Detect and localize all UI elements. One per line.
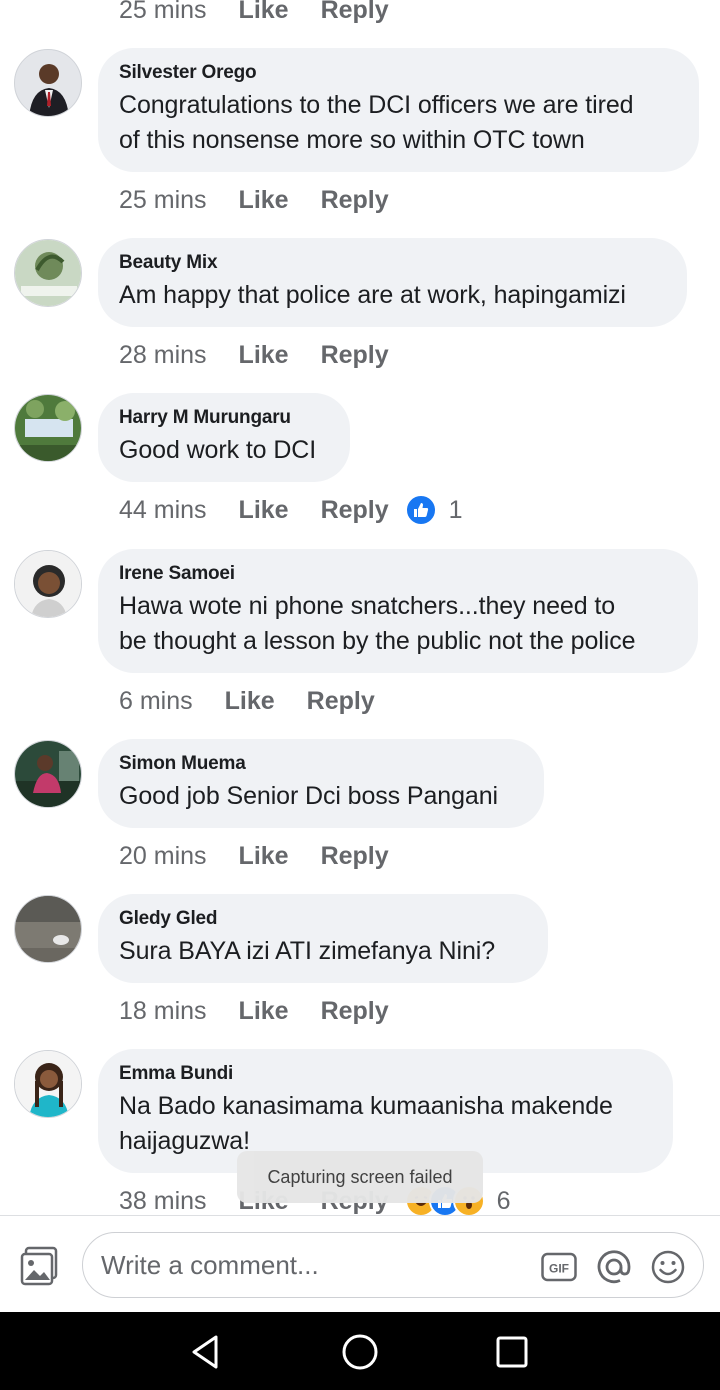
comment-meta: 44 mins Like Reply 1 <box>119 492 463 528</box>
reply-link[interactable]: Reply <box>321 186 389 215</box>
comment-text: Sura BAYA izi ATI zimefanya Nini? <box>119 934 526 969</box>
reply-link[interactable]: Reply <box>321 997 389 1026</box>
reaction-count: 6 <box>496 1186 511 1215</box>
comment-bubble[interactable]: Irene Samoei Hawa wote ni phone snatcher… <box>98 549 698 673</box>
comment-author[interactable]: Beauty Mix <box>119 252 665 274</box>
avatar[interactable] <box>14 1050 82 1118</box>
reply-link[interactable]: Reply <box>321 341 389 370</box>
photo-button[interactable] <box>18 1244 62 1288</box>
comment-time: 18 mins <box>119 996 207 1025</box>
comment-text: Good work to DCI <box>119 433 328 468</box>
comment-meta: 20 mins Like Reply <box>119 838 421 874</box>
avatar[interactable] <box>14 895 82 963</box>
comment-meta: 6 mins Like Reply <box>119 683 407 719</box>
gif-button[interactable]: GIF <box>541 1249 577 1285</box>
comment-input[interactable] <box>101 1233 521 1297</box>
comment-author[interactable]: Silvester Orego <box>119 62 677 84</box>
like-link[interactable]: Like <box>239 0 289 25</box>
home-button[interactable] <box>340 1332 380 1372</box>
back-icon <box>192 1335 218 1369</box>
comment-time: 25 mins <box>119 185 207 214</box>
comment-meta: 28 mins Like Reply <box>119 337 421 373</box>
reply-link[interactable]: Reply <box>307 687 375 716</box>
comment-author[interactable]: Gledy Gled <box>119 908 526 930</box>
comment-text: Congratulations to the DCI officers we a… <box>119 88 677 158</box>
avatar[interactable] <box>14 49 82 117</box>
avatar[interactable] <box>14 550 82 618</box>
like-link[interactable]: Like <box>225 687 275 716</box>
reaction-count: 1 <box>448 495 463 524</box>
gif-label: GIF <box>549 1262 569 1276</box>
avatar[interactable] <box>14 239 82 307</box>
reply-link[interactable]: Reply <box>321 496 389 525</box>
reply-link[interactable]: Reply <box>321 0 389 25</box>
like-link[interactable]: Like <box>239 186 289 215</box>
system-nav-bar <box>0 1312 720 1390</box>
comment-time: 28 mins <box>119 340 207 369</box>
comment-bubble[interactable]: Simon Muema Good job Senior Dci boss Pan… <box>98 739 544 828</box>
comment-bubble[interactable]: Gledy Gled Sura BAYA izi ATI zimefanya N… <box>98 894 548 983</box>
reply-link[interactable]: Reply <box>321 842 389 871</box>
comment-text: Hawa wote ni phone snatchers...they need… <box>119 589 676 659</box>
comment-bubble[interactable]: Beauty Mix Am happy that police are at w… <box>98 238 687 327</box>
comment-text-line: haijaguzwa! <box>119 1127 250 1155</box>
like-link[interactable]: Like <box>239 842 289 871</box>
comment-time: 20 mins <box>119 841 207 870</box>
comment-text: Am happy that police are at work, haping… <box>119 278 665 313</box>
comment-author[interactable]: Harry M Murungaru <box>119 407 328 429</box>
avatar[interactable] <box>14 394 82 462</box>
toast-message: Capturing screen failed <box>237 1151 483 1203</box>
comment-text-line: Na Bado kanasimama kumaanisha makende <box>119 1092 613 1120</box>
comment-time: 38 mins <box>119 1186 207 1215</box>
comment-bubble[interactable]: Silvester Orego Congratulations to the D… <box>98 48 699 172</box>
comment-text-line: Good job Senior Dci boss Pangani <box>119 782 498 810</box>
thumbs-up-icon <box>404 494 437 526</box>
comment-text: Na Bado kanasimama kumaanisha makende hai… <box>119 1089 651 1159</box>
photo-icon <box>20 1246 58 1286</box>
comment-author[interactable]: Simon Muema <box>119 753 522 775</box>
avatar[interactable] <box>14 740 82 808</box>
comment-author[interactable]: Irene Samoei <box>119 563 676 585</box>
gif-icon: GIF <box>541 1252 577 1282</box>
comment-meta: 25 mins Like Reply <box>119 0 421 28</box>
reactions-summary[interactable]: 1 <box>404 494 463 526</box>
comment-text-line: Hawa wote ni phone snatchers...they need… <box>119 592 616 620</box>
like-link[interactable]: Like <box>239 496 289 525</box>
comment-text-line: Sura BAYA izi ATI zimefanya Nini? <box>119 937 496 965</box>
home-icon <box>342 1334 378 1370</box>
comment-time: 6 mins <box>119 686 193 715</box>
comment-meta: 18 mins Like Reply <box>119 993 421 1029</box>
back-button[interactable] <box>186 1332 226 1372</box>
comment-meta: 25 mins Like Reply <box>119 182 421 218</box>
comment-time: 25 mins <box>119 0 207 24</box>
emoji-icon <box>651 1250 685 1284</box>
comment-box[interactable]: GIF <box>82 1232 704 1298</box>
comment-text-line: Am happy that police are at work, haping… <box>119 281 626 309</box>
comment-text-line: be thought a lesson by the public not th… <box>119 627 636 655</box>
comment-text-line: Congratulations to the DCI officers we a… <box>119 91 634 119</box>
comment-time: 44 mins <box>119 495 207 524</box>
comment-bubble[interactable]: Harry M Murungaru Good work to DCI <box>98 393 350 482</box>
comment-text-line: Good work to DCI <box>119 436 317 464</box>
comment-text: Good job Senior Dci boss Pangani <box>119 779 522 814</box>
at-icon <box>597 1250 631 1284</box>
comment-author[interactable]: Emma Bundi <box>119 1063 651 1085</box>
recents-icon <box>496 1336 528 1368</box>
comment-composer: GIF <box>0 1215 720 1312</box>
comment-text-line: of this nonsense more so within OTC town <box>119 126 585 154</box>
recents-button[interactable] <box>492 1332 532 1372</box>
like-link[interactable]: Like <box>239 341 289 370</box>
emoji-button[interactable] <box>650 1249 686 1285</box>
mention-button[interactable] <box>596 1249 632 1285</box>
like-link[interactable]: Like <box>239 997 289 1026</box>
